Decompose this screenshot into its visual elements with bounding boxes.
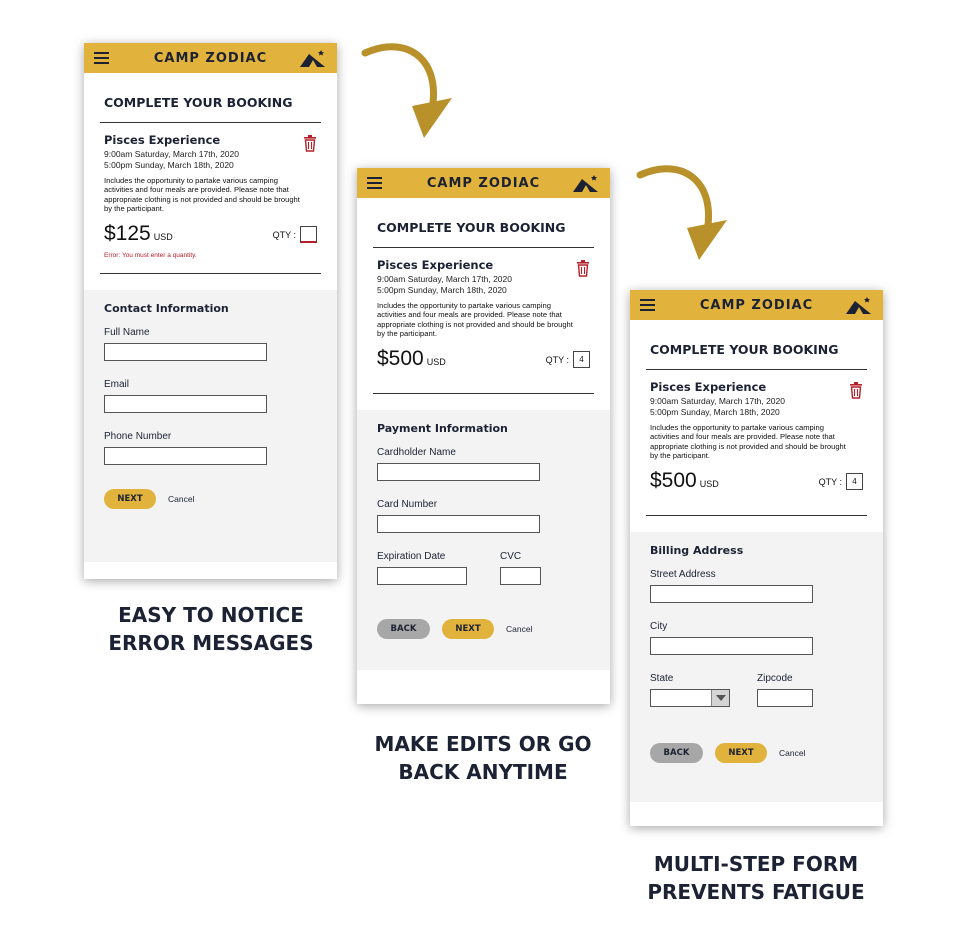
booking-screen-step1: CAMP ZODIAC COMPLETE YOUR BOOKING Pisces… xyxy=(84,43,337,579)
chevron-down-icon[interactable] xyxy=(711,690,729,707)
back-button[interactable]: BACK xyxy=(377,619,430,640)
card-number-input[interactable] xyxy=(377,515,540,534)
back-button[interactable]: BACK xyxy=(650,743,703,764)
form-title: Payment Information xyxy=(377,422,508,436)
field-label: City xyxy=(650,621,668,633)
next-button[interactable]: NEXT xyxy=(715,743,767,764)
payment-form: Payment Information Cardholder Name Card… xyxy=(357,410,610,671)
form-title: Billing Address xyxy=(650,544,744,558)
hamburger-menu-icon[interactable] xyxy=(94,52,109,64)
field-label: State xyxy=(650,673,674,685)
quantity-control: QTY : 4 xyxy=(819,473,863,491)
next-button[interactable]: NEXT xyxy=(442,619,494,640)
item-start-time: 9:00am Saturday, March 17th, 2020 xyxy=(650,396,785,406)
page-title: COMPLETE YOUR BOOKING xyxy=(646,320,867,370)
quantity-control: QTY : 4 xyxy=(546,351,590,369)
field-label: Zipcode xyxy=(757,673,793,685)
zipcode-input[interactable] xyxy=(757,689,813,708)
field-label: Expiration Date xyxy=(377,551,446,563)
item-price: $500 USD xyxy=(377,347,446,371)
cancel-link[interactable]: Cancel xyxy=(506,624,532,634)
booking-screen-step2: CAMP ZODIAC COMPLETE YOUR BOOKING Pisces… xyxy=(357,168,610,704)
state-select[interactable] xyxy=(650,689,730,708)
booking-item: Pisces Experience 9:00am Saturday, March… xyxy=(646,370,867,493)
brand-logo: CAMP ZODIAC xyxy=(699,297,814,313)
brand-logo: CAMP ZODIAC xyxy=(426,175,541,191)
quantity-error-message: Error: You must enter a quantity. xyxy=(104,252,197,260)
field-label: Street Address xyxy=(650,569,716,581)
item-name: Pisces Experience xyxy=(650,380,767,394)
tent-logo-icon xyxy=(573,175,598,192)
booking-item: Pisces Experience 9:00am Saturday, March… xyxy=(373,248,594,371)
app-header: CAMP ZODIAC xyxy=(630,290,883,320)
item-start-time: 9:00am Saturday, March 17th, 2020 xyxy=(104,149,239,159)
field-label: Phone Number xyxy=(104,431,172,443)
item-price: $500 USD xyxy=(650,469,719,493)
item-description: Includes the opportunity to partake vari… xyxy=(104,176,300,213)
caption-multi-step: MULTI-STEP FORM PREVENTS FATIGUE xyxy=(647,852,865,904)
field-label: Card Number xyxy=(377,499,438,511)
item-name: Pisces Experience xyxy=(104,133,221,147)
app-header: CAMP ZODIAC xyxy=(357,168,610,198)
item-name: Pisces Experience xyxy=(377,258,494,272)
quantity-control: QTY : xyxy=(273,226,317,244)
street-address-input[interactable] xyxy=(650,585,813,604)
trash-icon[interactable] xyxy=(849,382,863,399)
billing-form: Billing Address Street Address City Stat… xyxy=(630,532,883,803)
item-end-time: 5:00pm Sunday, March 18th, 2020 xyxy=(377,285,507,295)
item-end-time: 5:00pm Sunday, March 18th, 2020 xyxy=(104,160,234,170)
item-description: Includes the opportunity to partake vari… xyxy=(377,301,573,338)
cancel-link[interactable]: Cancel xyxy=(779,748,805,758)
email-input[interactable] xyxy=(104,395,267,414)
item-start-time: 9:00am Saturday, March 17th, 2020 xyxy=(377,274,512,284)
cancel-link[interactable]: Cancel xyxy=(168,494,194,504)
booking-screen-step3: CAMP ZODIAC COMPLETE YOUR BOOKING Pisces… xyxy=(630,290,883,826)
curved-arrow-icon xyxy=(361,43,452,138)
form-title: Contact Information xyxy=(104,302,229,316)
caption-edits-back: MAKE EDITS OR GO BACK ANYTIME xyxy=(374,732,592,784)
brand-logo: CAMP ZODIAC xyxy=(153,50,268,66)
hamburger-menu-icon[interactable] xyxy=(367,177,382,189)
cardholder-name-input[interactable] xyxy=(377,463,540,482)
page-title: COMPLETE YOUR BOOKING xyxy=(373,198,594,248)
next-button[interactable]: NEXT xyxy=(104,489,156,510)
trash-icon[interactable] xyxy=(576,260,590,277)
app-header: CAMP ZODIAC xyxy=(84,43,337,73)
quantity-input[interactable]: 4 xyxy=(573,351,590,369)
phone-number-input[interactable] xyxy=(104,447,267,466)
hamburger-menu-icon[interactable] xyxy=(640,299,655,311)
field-label: Email xyxy=(104,379,130,391)
trash-icon[interactable] xyxy=(303,135,317,152)
quantity-input[interactable]: 4 xyxy=(846,473,863,491)
item-end-time: 5:00pm Sunday, March 18th, 2020 xyxy=(650,407,780,417)
tent-logo-icon xyxy=(300,50,325,67)
full-name-input[interactable] xyxy=(104,343,267,362)
item-price: $125 USD xyxy=(104,222,173,246)
city-input[interactable] xyxy=(650,637,813,656)
tent-logo-icon xyxy=(846,297,871,314)
field-label: CVC xyxy=(500,551,522,563)
curved-arrow-icon xyxy=(636,165,727,260)
booking-item: Pisces Experience 9:00am Saturday, March… xyxy=(100,123,321,259)
field-label: Full Name xyxy=(104,327,150,339)
caption-error-messages: EASY TO NOTICE ERROR MESSAGES xyxy=(108,603,314,655)
quantity-input[interactable] xyxy=(300,226,317,244)
field-label: Cardholder Name xyxy=(377,447,456,459)
cvc-input[interactable] xyxy=(500,567,541,586)
contact-form: Contact Information Full Name Email Phon… xyxy=(84,290,337,563)
page-title: COMPLETE YOUR BOOKING xyxy=(100,73,321,123)
expiration-date-input[interactable] xyxy=(377,567,467,586)
item-description: Includes the opportunity to partake vari… xyxy=(650,423,846,460)
